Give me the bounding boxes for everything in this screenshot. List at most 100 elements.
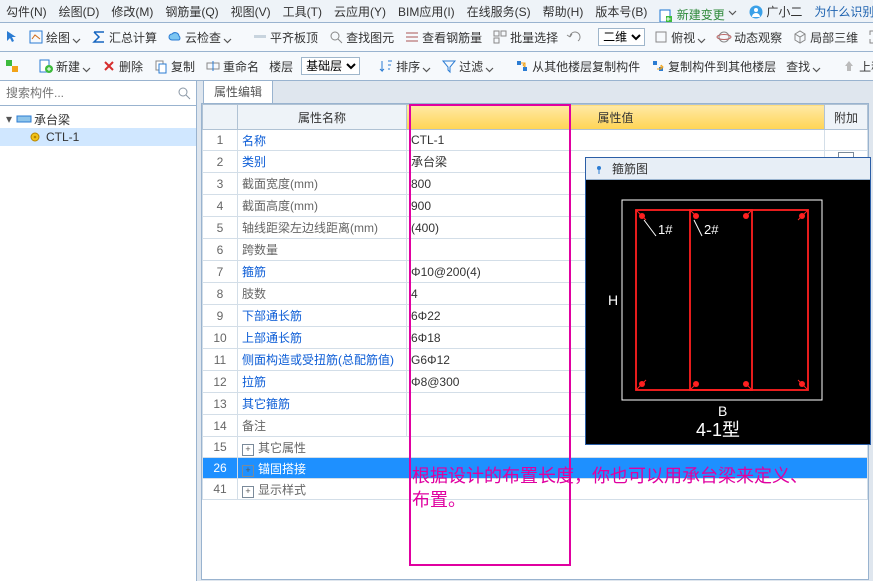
property-name: 轴线距梁左边线距离(mm) bbox=[238, 217, 407, 239]
filter-button[interactable]: 过滤 bbox=[439, 56, 496, 76]
gear-icon bbox=[28, 130, 44, 144]
find-element-button[interactable]: 查找图元 bbox=[326, 29, 396, 46]
cloud-check-button[interactable]: 云检查 bbox=[165, 27, 234, 47]
property-name: 备注 bbox=[238, 415, 407, 437]
property-row[interactable]: 1名称CTL-1 bbox=[203, 130, 868, 151]
new-change-button[interactable]: 新建变更 bbox=[653, 0, 743, 23]
copy-label: 复制 bbox=[171, 58, 195, 75]
find-element-label: 查找图元 bbox=[346, 29, 394, 46]
menu-item[interactable]: 帮助(H) bbox=[537, 3, 590, 20]
copy-to-floor-button[interactable]: 复制构件到其他楼层 bbox=[648, 58, 778, 75]
filter-label: 过滤 bbox=[459, 58, 483, 75]
copy-from-floor-button[interactable]: 从其他楼层复制构件 bbox=[512, 58, 642, 75]
row-number: 6 bbox=[203, 239, 238, 261]
col-extra[interactable]: 附加 bbox=[825, 105, 868, 130]
new-icon bbox=[38, 58, 54, 74]
draw-label: 绘图 bbox=[46, 29, 70, 46]
property-name: 跨数量 bbox=[238, 239, 407, 261]
draw-button[interactable]: 绘图 bbox=[26, 27, 83, 47]
dropdown-icon bbox=[697, 27, 706, 47]
row-number: 26 bbox=[203, 458, 238, 479]
property-extra[interactable] bbox=[825, 130, 868, 151]
expand-icon[interactable]: + bbox=[242, 486, 254, 498]
row-number: 3 bbox=[203, 173, 238, 195]
search-box[interactable] bbox=[0, 81, 196, 106]
slab-icon bbox=[252, 29, 268, 45]
menu-item[interactable]: 钢筋量(Q) bbox=[159, 3, 224, 20]
view-rebar-button[interactable]: 查看钢筋量 bbox=[402, 29, 484, 46]
orbit-button[interactable]: 动态观察 bbox=[714, 29, 784, 46]
diagram-header[interactable]: 箍筋图 bbox=[586, 158, 870, 180]
top-view-label: 俯视 bbox=[671, 29, 695, 46]
row-number: 13 bbox=[203, 393, 238, 415]
diagram-type-label: 4-1型 bbox=[696, 420, 740, 440]
stirrup-diagram-panel: 箍筋图 1# bbox=[585, 157, 871, 445]
help-link[interactable]: 为什么识别柱 bbox=[808, 3, 873, 20]
tab-properties[interactable]: 属性编辑 bbox=[203, 80, 273, 103]
undo-icon[interactable] bbox=[566, 29, 582, 45]
copy-to-label: 复制构件到其他楼层 bbox=[668, 58, 776, 75]
menu-item[interactable]: 视图(V) bbox=[225, 3, 277, 20]
property-name: 截面宽度(mm) bbox=[238, 173, 407, 195]
pointer-icon[interactable] bbox=[4, 29, 20, 45]
search-input[interactable] bbox=[4, 85, 176, 101]
menu-item[interactable]: 云应用(Y) bbox=[328, 3, 392, 20]
search-icon[interactable] bbox=[176, 85, 192, 101]
menu-item[interactable]: 在线服务(S) bbox=[461, 3, 537, 20]
delete-label: 删除 bbox=[119, 58, 143, 75]
property-name: 类别 bbox=[238, 151, 407, 173]
menu-item[interactable]: 修改(M) bbox=[105, 3, 159, 20]
dropdown-icon bbox=[82, 56, 91, 76]
rename-label: 重命名 bbox=[223, 58, 259, 75]
menu-item[interactable]: 工具(T) bbox=[277, 3, 328, 20]
local-3d-button[interactable]: 局部三维 bbox=[790, 29, 860, 46]
menu-item[interactable]: BIM应用(I) bbox=[392, 3, 461, 20]
tree-item-ctl1[interactable]: CTL-1 bbox=[0, 128, 196, 146]
sort-label: 排序 bbox=[396, 58, 420, 75]
menu-item[interactable]: 版本号(B) bbox=[589, 3, 653, 20]
property-value[interactable]: CTL-1 bbox=[407, 130, 825, 151]
floor-dropdown[interactable]: 基础层 bbox=[301, 57, 360, 75]
col-name[interactable]: 属性名称 bbox=[238, 105, 407, 130]
menu-item[interactable]: 绘图(D) bbox=[53, 3, 106, 20]
tree-root[interactable]: ▾ 承台梁 bbox=[0, 110, 196, 128]
user-info[interactable]: 广小二 bbox=[743, 3, 808, 20]
fullscreen-button[interactable]: 全屏 bbox=[866, 29, 873, 46]
user-avatar-icon bbox=[749, 5, 763, 19]
copy-button[interactable]: 复制 bbox=[151, 58, 197, 75]
menu-item[interactable]: 勾件(N) bbox=[0, 3, 53, 20]
sort-button[interactable]: 排序 bbox=[376, 56, 433, 76]
copy-from-label: 从其他楼层复制构件 bbox=[532, 58, 640, 75]
delete-button[interactable]: 删除 bbox=[99, 58, 145, 75]
batch-label: 批量选择 bbox=[510, 29, 558, 46]
expand-icon[interactable]: + bbox=[242, 465, 254, 477]
dropdown-icon bbox=[72, 27, 81, 47]
find-button[interactable]: 查找 bbox=[784, 56, 823, 76]
batch-icon bbox=[492, 29, 508, 45]
cube-icon bbox=[792, 29, 808, 45]
rename-button[interactable]: 重命名 bbox=[203, 58, 261, 75]
flat-top-button[interactable]: 平齐板顶 bbox=[250, 29, 320, 46]
component-icon[interactable] bbox=[4, 58, 20, 74]
col-value[interactable]: 属性值 bbox=[407, 105, 825, 130]
property-name: 侧面构造或受扭筋(总配筋值) bbox=[238, 349, 407, 371]
top-view-button[interactable]: 俯视 bbox=[651, 27, 708, 47]
pin-icon[interactable] bbox=[592, 161, 608, 177]
top-view-icon bbox=[653, 29, 669, 45]
tag-1: 1# bbox=[658, 222, 673, 237]
view-rebar-label: 查看钢筋量 bbox=[422, 29, 482, 46]
import-icon bbox=[514, 58, 530, 74]
new-button[interactable]: 新建 bbox=[36, 56, 93, 76]
orbit-icon bbox=[716, 29, 732, 45]
floor-select[interactable]: 楼层 bbox=[267, 58, 295, 75]
user-name-label: 广小二 bbox=[766, 5, 802, 19]
collapse-icon[interactable]: ▾ bbox=[4, 112, 14, 126]
sum-button[interactable]: 汇总计算 bbox=[89, 29, 159, 46]
row-number: 7 bbox=[203, 261, 238, 283]
expand-icon[interactable]: + bbox=[242, 444, 254, 456]
batch-select-button[interactable]: 批量选择 bbox=[490, 29, 560, 46]
property-name: 截面高度(mm) bbox=[238, 195, 407, 217]
view-mode-select[interactable]: 二维 bbox=[598, 28, 645, 46]
sort-icon bbox=[378, 58, 394, 74]
move-up-button[interactable]: 上移 bbox=[839, 58, 873, 75]
